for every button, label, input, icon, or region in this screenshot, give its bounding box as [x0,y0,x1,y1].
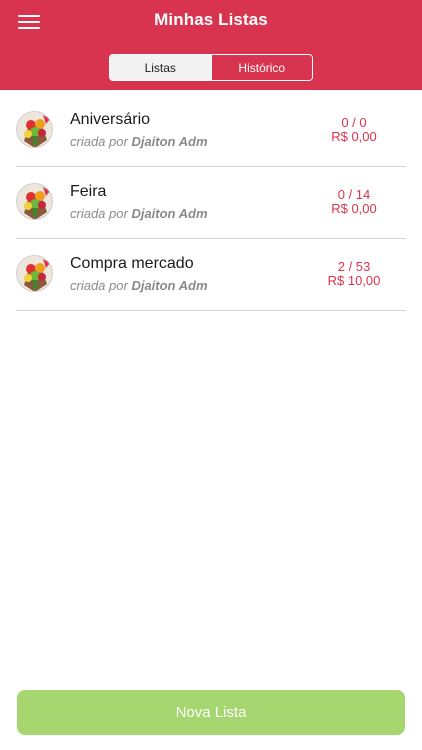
item-count: 2 / 53 [337,259,371,274]
groceries-photo-icon [16,255,53,292]
list-name: Compra mercado [70,255,194,272]
shopping-lists: Aniversário criada por Djaiton Adm 0 / 0… [0,95,422,311]
item-count: 0 / 0 [341,115,367,130]
tab-listas[interactable]: Listas [110,55,211,80]
list-name: Feira [70,183,107,200]
created-by-prefix: criada por [70,278,128,293]
creator-name: Djaiton Adm [131,278,208,293]
new-list-button[interactable]: Nova Lista [17,690,405,735]
list-total: R$ 0,00 [331,129,377,144]
creator-name: Djaiton Adm [131,134,208,149]
groceries-photo-icon [16,111,53,148]
item-count: 0 / 14 [337,187,371,202]
creator-name: Djaiton Adm [131,206,208,221]
groceries-photo-icon [16,183,53,220]
list-total: R$ 10,00 [327,273,381,288]
created-by-prefix: criada por [70,134,128,149]
list-item[interactable]: Aniversário criada por Djaiton Adm 0 / 0… [16,95,406,167]
list-item[interactable]: Compra mercado criada por Djaiton Adm 2 … [16,239,406,311]
created-by-prefix: criada por [70,206,128,221]
list-item[interactable]: Feira criada por Djaiton Adm 0 / 14 R$ 0… [16,167,406,239]
page-title: Minhas Listas [154,10,268,29]
tab-historico[interactable]: Histórico [210,55,312,80]
list-name: Aniversário [70,111,151,128]
list-tabs: Listas Histórico [109,54,313,81]
list-total: R$ 0,00 [331,201,377,216]
list-creator: criada por Djaiton Adm [70,134,208,149]
list-creator: criada por Djaiton Adm [70,206,208,221]
list-creator: criada por Djaiton Adm [70,278,208,293]
app-header: Minhas Listas Listas Histórico [0,0,422,90]
